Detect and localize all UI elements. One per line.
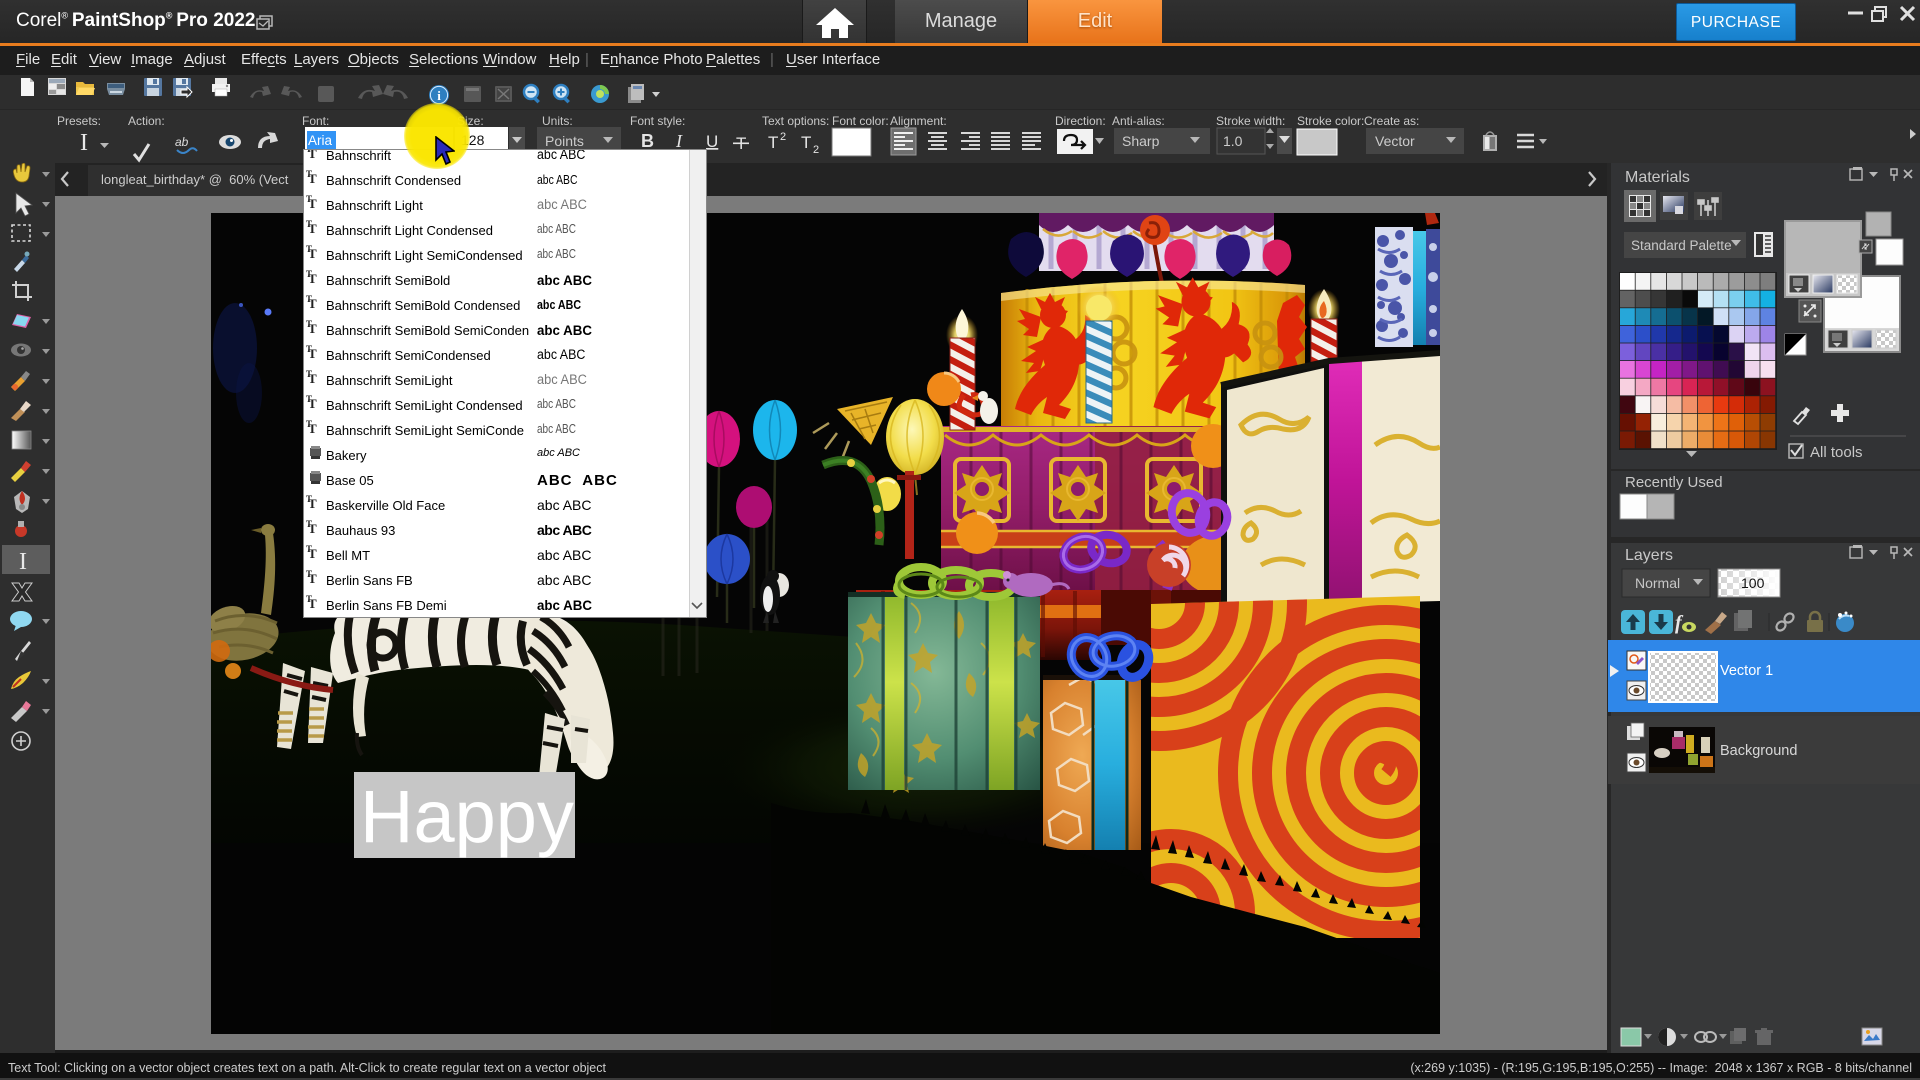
svg-text:2: 2: [813, 144, 819, 156]
svg-text:Vector 1: Vector 1: [1720, 663, 1773, 679]
svg-text:100: 100: [1741, 575, 1765, 591]
svg-text:All tools: All tools: [1810, 444, 1863, 461]
svg-text:T: T: [768, 133, 778, 152]
svg-text:I: I: [19, 549, 27, 575]
svg-text:2: 2: [780, 131, 786, 143]
svg-text:Vector: Vector: [1375, 133, 1415, 149]
svg-text:Points: Points: [545, 133, 584, 149]
svg-text:Layers: Layers: [1625, 547, 1673, 564]
svg-text:ab: ab: [175, 135, 189, 149]
svg-text:B: B: [641, 131, 654, 151]
svg-text:Background: Background: [1720, 743, 1797, 759]
svg-text:Normal: Normal: [1635, 575, 1680, 591]
svg-text:I: I: [675, 131, 683, 151]
svg-text:U: U: [706, 132, 718, 151]
svg-text:T: T: [801, 133, 811, 152]
svg-text:I: I: [80, 130, 88, 156]
svg-text:Recently Used: Recently Used: [1625, 474, 1723, 491]
svg-text:Sharp: Sharp: [1122, 133, 1160, 149]
svg-text:i: i: [437, 88, 441, 103]
svg-text:Happy: Happy: [360, 775, 574, 858]
svg-text:Aria: Aria: [308, 133, 332, 148]
svg-text:Standard Palette: Standard Palette: [1631, 238, 1732, 253]
svg-text:1.0: 1.0: [1223, 133, 1243, 149]
svg-text:Materials: Materials: [1625, 169, 1690, 186]
